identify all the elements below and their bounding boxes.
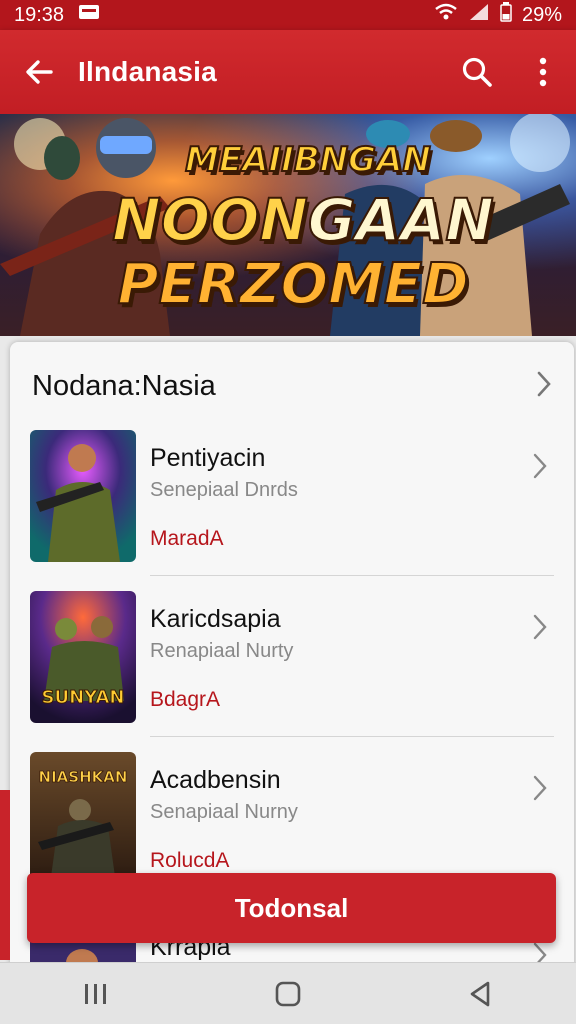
banner-line-3: PERZOMED (116, 251, 469, 318)
item-subtitle: Renapiaal Nurty (150, 640, 294, 662)
section-header[interactable]: Nodana:Nasia (10, 342, 574, 430)
item-tag: BdagrA (150, 688, 221, 711)
chevron-right-icon (532, 774, 548, 807)
item-tag: RolucdA (150, 849, 230, 872)
back-nav-button[interactable] (440, 963, 520, 1024)
battery-icon (500, 2, 512, 28)
notification-icon (78, 3, 100, 27)
primary-action-button[interactable]: Todonsal (27, 873, 556, 943)
item-name: Pentiyacin (150, 444, 266, 472)
back-button[interactable] (0, 30, 78, 114)
more-vert-icon (539, 57, 547, 87)
item-tag: MaradA (150, 527, 224, 550)
hero-banner[interactable]: MEAIIBNGAN NOONGAAN PERZOMED (0, 114, 576, 336)
item-thumb-text: SUNYAN (42, 687, 125, 708)
divider (150, 736, 554, 737)
wifi-icon (434, 3, 458, 27)
item-name: Karicdsapia (150, 605, 281, 633)
search-icon (462, 57, 492, 87)
chevron-right-icon (536, 370, 552, 403)
item-name: Acadbensin (150, 766, 281, 794)
banner-line-1: MEAIIBNGAN (184, 139, 432, 181)
game-thumbnail: NIASHKAN (30, 752, 136, 884)
divider (150, 575, 554, 576)
banner-line-2a: NOON (111, 185, 309, 255)
triangle-back-icon (470, 981, 490, 1006)
game-thumbnail (30, 430, 136, 562)
chevron-right-icon (532, 452, 548, 485)
system-nav-bar (0, 962, 576, 1024)
item-subtitle: Senapiaal Nurny (150, 801, 298, 823)
recent-apps-button[interactable] (56, 963, 136, 1024)
item-subtitle: Senepiaal Dnrds (150, 479, 298, 501)
page-title: Ilndanasia (78, 56, 217, 87)
app-bar: Ilndanasia (0, 30, 576, 114)
list-item[interactable]: SUNYAN Karicdsapia Renapiaal Nurty Bdagr… (10, 591, 574, 752)
item-thumb-text: NIASHKAN (39, 768, 128, 786)
home-button[interactable] (248, 963, 328, 1024)
more-options-button[interactable] (510, 30, 576, 114)
chevron-right-icon (532, 613, 548, 646)
battery-percent: 29% (521, 3, 562, 26)
section-title: Nodana:Nasia (32, 369, 216, 402)
arrow-left-icon (26, 60, 53, 84)
game-thumbnail: SUNYAN (30, 591, 136, 723)
home-icon (275, 981, 301, 1006)
banner-line-2b: GAAN (307, 185, 495, 255)
recent-apps-icon (85, 983, 106, 1004)
list-item[interactable]: Pentiyacin Senepiaal Dnrds MaradA (10, 430, 574, 591)
status-time: 19:38 (14, 3, 65, 26)
status-bar: 19:38 29% (0, 0, 576, 30)
search-button[interactable] (444, 30, 510, 114)
signal-icon (468, 3, 490, 27)
side-accent (0, 790, 10, 960)
banner-line-2: NOONGAAN (0, 185, 576, 255)
